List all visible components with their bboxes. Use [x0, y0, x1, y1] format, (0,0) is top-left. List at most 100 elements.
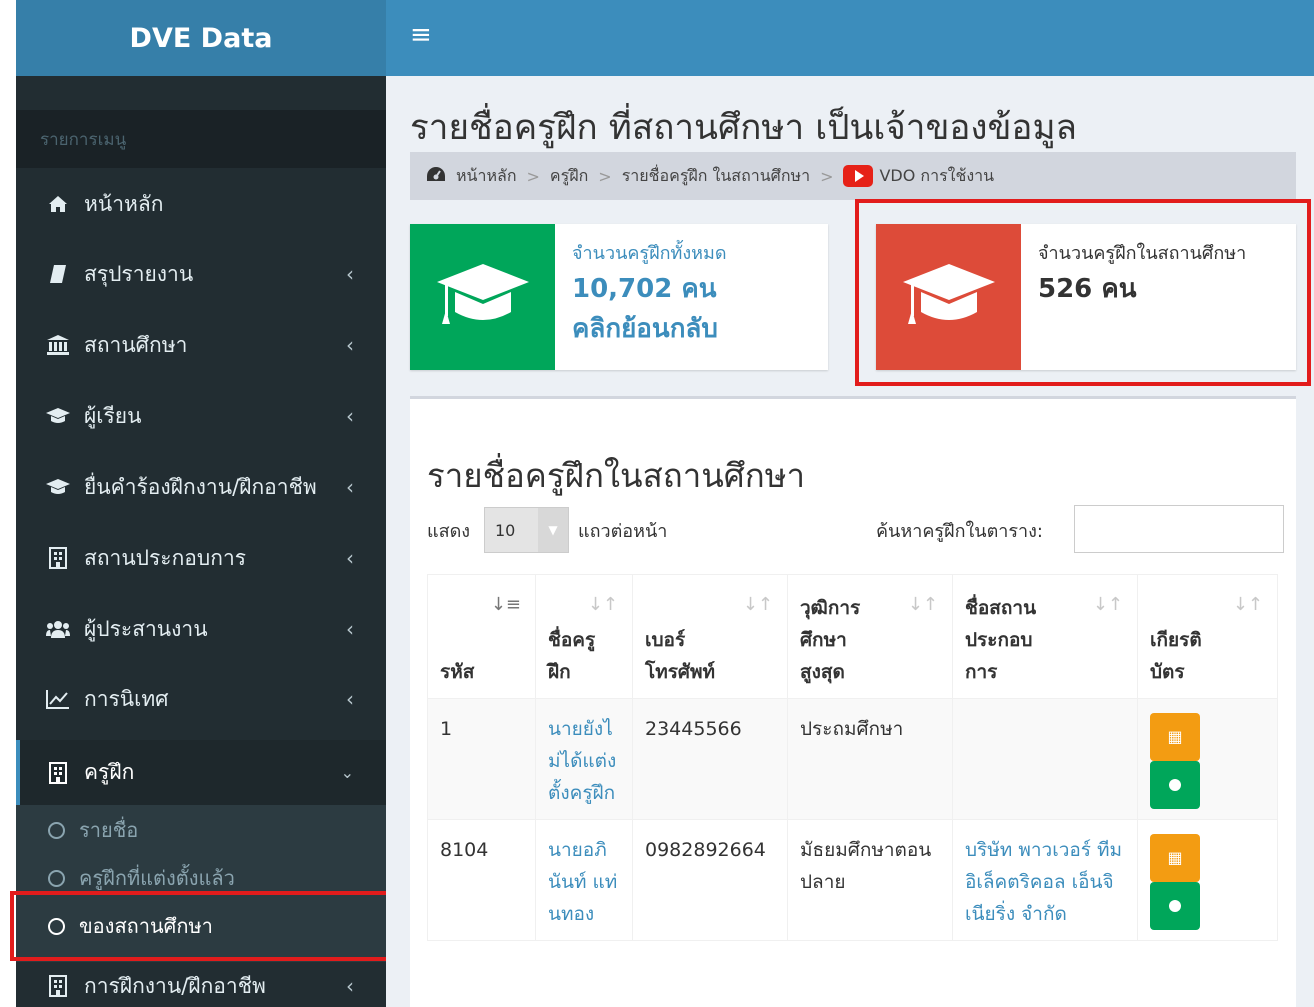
chevron-down-icon: ⌄ [340, 763, 354, 782]
rows-per-page-select[interactable]: 10 ▼ [484, 507, 569, 553]
cell-company[interactable]: บริษัท พาวเวอร์ ทีม อิเล็คตริคอล เอ็นจิเ… [952, 819, 1138, 941]
sidebar-item-label: สรุปรายงาน [84, 261, 194, 286]
column-header-education[interactable]: ↓↑ วุฒิการศึกษาสูงสุด [787, 574, 953, 699]
hamburger-icon[interactable]: ≡ [410, 20, 432, 50]
chevron-left-icon: ‹ [346, 687, 354, 711]
cell-actions: ▦ [1137, 698, 1278, 820]
breadcrumb-trainer[interactable]: ครูฝึก [550, 164, 588, 189]
sidebar-item-supervision[interactable]: การนิเทศ ‹ [16, 669, 386, 729]
sidebar-item-label: ผู้ประสานงาน [84, 616, 208, 641]
column-header-id[interactable]: ↓≡ รหัส [427, 574, 536, 699]
sidebar-item-report[interactable]: สรุปรายงาน ‹ [16, 244, 386, 304]
sort-icon: ↓↑ [742, 594, 773, 615]
chevron-left-icon: ‹ [346, 617, 354, 641]
info-box-total-trainers: จำนวนครูฝึกทั้งหมด 10,702 คน คลิกย้อนกลั… [410, 224, 828, 370]
info-box-number: 526 คน [1038, 274, 1137, 304]
sidebar: DVE Data รายการเมนู หน้าหลัก สรุปรายงาน … [16, 0, 386, 1007]
select-value: 10 [495, 520, 516, 540]
column-label: เบอร์โทรศัพท์ [645, 629, 716, 683]
graduation-cap-icon [44, 407, 72, 425]
chevron-left-icon: ‹ [346, 475, 354, 499]
cell-actions: ▦ [1137, 819, 1278, 941]
info-box-institution-trainers: จำนวนครูฝึกในสถานศึกษา 526 คน [876, 224, 1296, 370]
length-label: แสดง [427, 521, 471, 542]
breadcrumb-vdo[interactable]: VDO การใช้งาน [879, 164, 994, 189]
column-header-certificate[interactable]: ↓↑ เกียรติบัตร [1137, 574, 1278, 699]
sidebar-item-training[interactable]: การฝึกงาน/ฝึกอาชีพ ‹ [16, 956, 386, 1007]
youtube-icon [843, 165, 874, 187]
sort-icon: ↓↑ [587, 594, 618, 615]
sidebar-item-label: การนิเทศ [84, 686, 169, 711]
info-box-number: 10,702 คน [572, 274, 717, 304]
search-input[interactable] [1074, 505, 1284, 553]
sidebar-item-institution[interactable]: สถานศึกษา ‹ [16, 315, 386, 375]
column-label: ชื่อสถานประกอบการ [965, 597, 1037, 683]
institution-icon [44, 335, 72, 355]
submenu-item-label: รายชื่อ [79, 818, 139, 842]
sidebar-item-internship-request[interactable]: ยื่นคำร้องฝึกงาน/ฝึกอาชีพ ‹ [16, 457, 386, 517]
chevron-left-icon: ‹ [346, 262, 354, 286]
submenu-item-label: ครูฝึกที่แต่งตั้งแล้ว [79, 866, 235, 890]
sidebar-item-label: ผู้เรียน [84, 403, 142, 428]
cell-name-link[interactable]: นายอภินันท์ แท่นทอง [535, 819, 633, 941]
column-label: วุฒิการศึกษาสูงสุด [800, 597, 861, 683]
sidebar-item-label: ครูฝึก [84, 760, 135, 784]
name-text: นายยังไม่ได้แต่งตั้งครูฝึก [548, 718, 617, 804]
line-chart-icon [44, 689, 72, 709]
chevron-left-icon: ‹ [346, 404, 354, 428]
cell-name-link[interactable]: นายยังไม่ได้แต่งตั้งครูฝึก [535, 698, 633, 820]
submenu-item-appointed[interactable]: ครูฝึกที่แต่งตั้งแล้ว [16, 854, 386, 902]
certificate-button[interactable] [1150, 761, 1200, 809]
breadcrumb-separator: > [526, 166, 540, 186]
sidebar-item-coordinator[interactable]: ผู้ประสานงาน ‹ [16, 599, 386, 659]
sidebar-item-home[interactable]: หน้าหลัก [16, 174, 386, 234]
chevron-left-icon: ‹ [346, 974, 354, 998]
column-label: ชื่อครูฝึก [548, 629, 596, 683]
graduation-cap-icon [876, 224, 1021, 370]
sidebar-item-trainer[interactable]: ครูฝึก ⌄ [16, 740, 386, 805]
sidebar-item-label: การฝึกงาน/ฝึกอาชีพ [84, 973, 266, 998]
users-icon [44, 620, 72, 638]
breadcrumb-trainer-list[interactable]: รายชื่อครูฝึก ในสถานศึกษา [622, 164, 810, 189]
info-box-label: จำนวนครูฝึกในสถานศึกษา [1038, 243, 1247, 264]
column-header-company[interactable]: ↓↑ ชื่อสถานประกอบการ [952, 574, 1138, 699]
cell-company[interactable] [952, 698, 1138, 820]
calendar-icon: ▦ [1167, 848, 1183, 867]
info-box-label: จำนวนครูฝึกทั้งหมด [572, 243, 727, 264]
chevron-down-icon: ▼ [538, 508, 568, 552]
graduation-cap-icon [410, 224, 555, 370]
calendar-button[interactable]: ▦ [1150, 834, 1200, 882]
calendar-button[interactable]: ▦ [1150, 713, 1200, 761]
breadcrumb-separator: > [598, 166, 612, 186]
main-content: รายชื่อครูฝึก ที่สถานศึกษา เป็นเจ้าของข้… [386, 76, 1314, 1007]
table-header-row: ↓≡ รหัส ↓↑ ชื่อครูฝึก ↓↑ เบอร์โทรศัพท์ ↓↑ วุ… [427, 574, 1278, 699]
dashboard-icon [426, 166, 446, 186]
breadcrumb-home[interactable]: หน้าหลัก [456, 164, 517, 189]
submenu-item-institution-owned[interactable]: ของสถานศึกษา [16, 902, 386, 950]
building-icon [44, 761, 72, 784]
search-label: ค้นหาครูฝึกในตาราง: [876, 521, 1043, 542]
column-header-name[interactable]: ↓↑ ชื่อครูฝึก [535, 574, 633, 699]
column-label: เกียรติบัตร [1150, 629, 1202, 683]
app-logo[interactable]: DVE Data [16, 0, 386, 76]
sort-asc-icon: ↓≡ [490, 594, 521, 615]
certificate-button[interactable] [1150, 882, 1200, 930]
sidebar-item-students[interactable]: ผู้เรียน ‹ [16, 386, 386, 446]
submenu-item-list[interactable]: รายชื่อ [16, 806, 386, 854]
book-icon [44, 264, 72, 284]
back-link[interactable]: คลิกย้อนกลับ [572, 308, 718, 349]
breadcrumb: หน้าหลัก > ครูฝึก > รายชื่อครูฝึก ในสถาน… [410, 152, 1296, 200]
column-label: รหัส [440, 661, 475, 683]
cell-phone: 23445566 [632, 698, 788, 820]
sidebar-item-establishment[interactable]: สถานประกอบการ ‹ [16, 528, 386, 588]
length-suffix: แถวต่อหน้า [578, 521, 668, 542]
menu-header: รายการเมนู [16, 110, 386, 168]
chevron-left-icon: ‹ [346, 333, 354, 357]
breadcrumb-separator: > [820, 166, 834, 186]
column-header-phone[interactable]: ↓↑ เบอร์โทรศัพท์ [632, 574, 788, 699]
home-icon [44, 195, 72, 213]
circle-icon [48, 869, 65, 887]
circle-icon [48, 917, 65, 935]
trainer-table-panel: รายชื่อครูฝึกในสถานศึกษา แสดง 10 ▼ แถวต่… [410, 396, 1296, 1007]
building-icon [44, 547, 72, 569]
